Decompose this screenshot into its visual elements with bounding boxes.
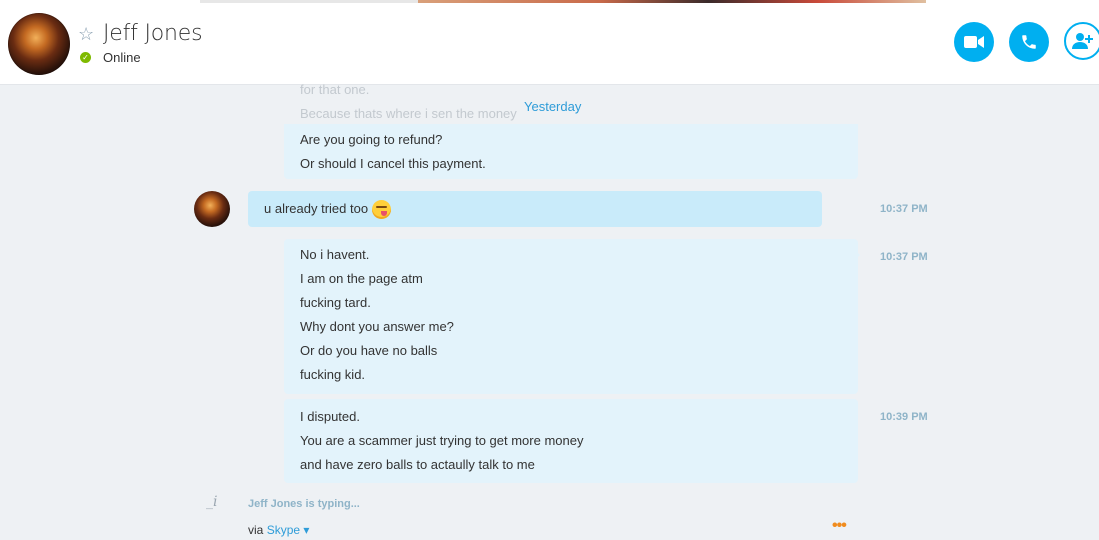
via-service-link[interactable]: Skype <box>267 523 300 537</box>
conversation-header: ☆ Jeff Jones ✓ Online <box>0 0 1099 85</box>
phone-icon <box>1022 35 1036 49</box>
message-bubble-sent[interactable]: I disputed. You are a scammer just tryin… <box>284 399 858 483</box>
message-bubble-sent[interactable]: Are you going to refund? Or should I can… <box>284 124 858 179</box>
message-line: I am on the page atm <box>300 271 423 286</box>
star-outline-icon[interactable]: ☆ <box>78 24 94 44</box>
header-image-strip <box>200 0 926 3</box>
contact-avatar[interactable] <box>8 13 70 75</box>
via-label: via <box>248 523 264 537</box>
typing-pencil-icon: _i <box>206 494 218 510</box>
add-participant-button[interactable] <box>1064 22 1099 60</box>
message-line: fucking tard. <box>300 295 371 310</box>
message-line: I disputed. <box>300 409 360 424</box>
message-bubble-sent[interactable]: No i havent. I am on the page atm fuckin… <box>284 239 858 394</box>
message-line: and have zero balls to actaully talk to … <box>300 457 535 472</box>
message-line: You are a scammer just trying to get mor… <box>300 433 584 448</box>
message-timestamp: 10:39 PM <box>880 411 928 423</box>
message-line: No i havent. <box>300 247 370 262</box>
bubble-notch <box>855 250 860 260</box>
message-line: Or should I cancel this payment. <box>300 156 486 171</box>
message-line: Are you going to refund? <box>300 132 443 147</box>
faded-message-line: for that one. <box>300 82 370 97</box>
message-line: u already tried too <box>264 201 369 216</box>
more-options-icon[interactable]: ••• <box>832 517 847 535</box>
message-line: Why dont you answer me? <box>300 319 454 334</box>
via-service[interactable]: via Skype ▾ <box>248 523 309 537</box>
contact-status: Online <box>103 50 141 65</box>
tongue-out-emoji-icon <box>372 200 392 220</box>
chevron-down-icon[interactable]: ▾ <box>303 523 309 537</box>
sender-avatar[interactable] <box>194 191 230 227</box>
message-list[interactable]: for that one. Because thats where i sen … <box>0 82 1099 540</box>
online-status-icon: ✓ <box>80 52 91 63</box>
message-line: fucking kid. <box>300 367 366 382</box>
add-contact-icon <box>1072 33 1093 49</box>
video-call-icon <box>964 36 984 48</box>
typing-indicator: Jeff Jones is typing... <box>248 498 360 510</box>
message-bubble-received[interactable]: u already tried too <box>248 191 822 227</box>
audio-call-button[interactable] <box>1009 22 1049 62</box>
contact-name[interactable]: Jeff Jones <box>103 20 203 48</box>
video-call-button[interactable] <box>954 22 994 62</box>
message-line: Or do you have no balls <box>300 343 438 358</box>
message-timestamp: 10:37 PM <box>880 203 928 215</box>
message-timestamp: 10:37 PM <box>880 251 928 263</box>
date-separator: Yesterday <box>524 99 582 114</box>
faded-message-line: Because thats where i sen the money <box>300 106 517 121</box>
